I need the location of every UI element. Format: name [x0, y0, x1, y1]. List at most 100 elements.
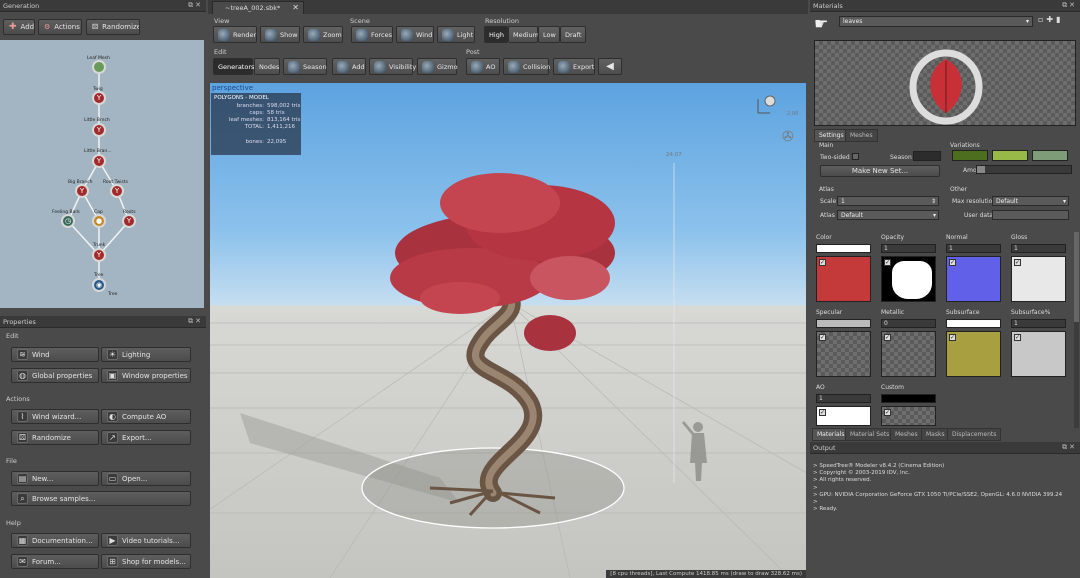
camera-label[interactable]: perspective [210, 83, 255, 93]
wind-button[interactable]: ≋ Wind [11, 347, 99, 362]
subsurface-pct-texture-thumb[interactable]: ✓ [1011, 331, 1066, 377]
node-root-twists[interactable]: Y [110, 184, 124, 198]
ao-enabled-checkbox[interactable]: ✓ [819, 409, 826, 416]
node-cap[interactable]: ● [92, 214, 106, 228]
atlas-dropdown[interactable]: Default ▾ [837, 210, 939, 220]
add-generator-button[interactable]: ✚ Add [3, 19, 35, 35]
zoom-button[interactable]: Zoom [303, 26, 343, 43]
gloss-enabled-checkbox[interactable]: ✓ [1014, 259, 1021, 266]
open-file-button[interactable]: ▭ Open... [101, 471, 191, 486]
delete-material-icon[interactable]: ▮ [1056, 15, 1060, 27]
normal-value[interactable]: 1 [946, 244, 1001, 253]
custom-enabled-checkbox[interactable]: ✓ [884, 409, 891, 416]
rename-icon[interactable]: ▫ [1038, 15, 1043, 27]
render-button[interactable]: Render [213, 26, 257, 43]
season-swatch[interactable] [913, 151, 941, 161]
node-roots[interactable]: Y [122, 214, 136, 228]
resolution-low-button[interactable]: Low [538, 26, 560, 43]
custom-swatch[interactable] [881, 394, 936, 403]
subsurface-swatch[interactable] [946, 319, 1001, 328]
material-preview[interactable] [814, 40, 1076, 126]
new-file-button[interactable]: ▤ New... [11, 471, 99, 486]
actions-button[interactable]: ⚙ Actions [38, 19, 82, 35]
metallic-enabled-checkbox[interactable]: ✓ [884, 334, 891, 341]
forces-button[interactable]: Forces [351, 26, 393, 43]
slider-handle[interactable] [977, 166, 985, 173]
variation-swatch-1[interactable] [952, 150, 988, 161]
normal-enabled-checkbox[interactable]: ✓ [949, 259, 956, 266]
randomize-action-button[interactable]: ⚄ Randomize [11, 430, 99, 445]
materials-scrollbar[interactable] [1074, 232, 1079, 428]
material-name-dropdown[interactable]: leaves ▾ [839, 16, 1033, 27]
gloss-texture-thumb[interactable]: ✓ [1011, 256, 1066, 302]
ao-value[interactable]: 1 [816, 394, 871, 403]
subsurface-pct-enabled-checkbox[interactable]: ✓ [1014, 334, 1021, 341]
panel-controls[interactable]: ⧉✕ [188, 1, 203, 10]
subsurface-texture-thumb[interactable]: ✓ [946, 331, 1001, 377]
global-properties-button[interactable]: ◍ Global properties [11, 368, 99, 383]
export-button[interactable]: Export [553, 58, 595, 75]
node-little-branch[interactable]: Y [92, 123, 106, 137]
documentation-button[interactable]: ▦ Documentation... [11, 533, 99, 548]
compute-ao-button[interactable]: ◐ Compute AO [101, 409, 191, 424]
collision-button[interactable]: Collision [503, 58, 550, 75]
resolution-draft-button[interactable]: Draft [560, 26, 586, 43]
subsurface-pct-value[interactable]: 1 [1011, 319, 1066, 328]
show-button[interactable]: Show [260, 26, 300, 43]
ao-texture-thumb[interactable]: ✓ [816, 406, 871, 426]
subsurface-enabled-checkbox[interactable]: ✓ [949, 334, 956, 341]
light-direction-icon[interactable] [756, 93, 778, 115]
max-resolution-dropdown[interactable]: Default ▾ [992, 196, 1069, 206]
wind-wizard-button[interactable]: ⌇ Wind wizard... [11, 409, 99, 424]
add-button[interactable]: Add [332, 58, 366, 75]
hand-pick-icon[interactable]: ☛ [814, 14, 834, 36]
gloss-value[interactable]: 1 [1011, 244, 1066, 253]
specular-swatch[interactable] [816, 319, 871, 328]
back-arrow-button[interactable]: ◀ [598, 58, 622, 75]
variation-swatch-2[interactable] [992, 150, 1028, 161]
color-swatch[interactable] [816, 244, 871, 253]
forum-button[interactable]: ✉ Forum... [11, 554, 99, 569]
wind-fan-icon[interactable]: ✇ [782, 129, 794, 145]
make-new-set-button[interactable]: Make New Set... [820, 165, 940, 177]
metallic-value[interactable]: 0 [881, 319, 936, 328]
normal-texture-thumb[interactable]: ✓ [946, 256, 1001, 302]
lighting-button[interactable]: ☀ Lighting [101, 347, 191, 362]
user-data-field[interactable] [992, 210, 1069, 220]
generators-button[interactable]: Generators [213, 58, 254, 75]
tab-settings[interactable]: Settings [814, 129, 849, 142]
resolution-medium-button[interactable]: Medium [508, 26, 539, 43]
node-twig[interactable]: Y [92, 91, 106, 105]
metallic-texture-thumb[interactable]: ✓ [881, 331, 936, 377]
export-action-button[interactable]: ↗ Export... [101, 430, 191, 445]
tab-materials[interactable]: Materials [812, 428, 850, 441]
node-big-branch[interactable]: Y [75, 184, 89, 198]
opacity-value[interactable]: 1 [881, 244, 936, 253]
close-tab-icon[interactable]: ✕ [292, 3, 299, 12]
panel-controls[interactable]: ⧉✕ [1062, 1, 1077, 10]
ao-button[interactable]: AO [466, 58, 500, 75]
output-log[interactable]: > SpeedTree® Modeler v8.4.2 (Cinema Edit… [813, 463, 1078, 513]
panel-controls[interactable]: ⧉✕ [188, 317, 203, 326]
node-little-branch-2[interactable]: Y [92, 154, 106, 168]
color-enabled-checkbox[interactable]: ✓ [819, 259, 826, 266]
document-tab[interactable]: ~treeA_002.sbk* ✕ [212, 1, 304, 14]
browse-samples-button[interactable]: ⌕ Browse samples... [11, 491, 191, 506]
season-button[interactable]: Season [283, 58, 327, 75]
scale-field[interactable]: 1 ⇕ [837, 196, 939, 206]
tab-material-sets[interactable]: Material Sets [845, 428, 895, 441]
tab-displacements[interactable]: Displacements [947, 428, 1002, 441]
shop-models-button[interactable]: ⊞ Shop for models... [101, 554, 191, 569]
nodes-button[interactable]: Nodes [254, 58, 280, 75]
randomize-button[interactable]: ⚄ Randomize [86, 19, 140, 35]
specular-texture-thumb[interactable]: ✓ [816, 331, 871, 377]
gizmo-button[interactable]: Gizmo [417, 58, 458, 75]
node-tree[interactable]: ◉ [92, 278, 106, 292]
add-material-icon[interactable]: ✚ [1046, 15, 1053, 27]
tab-meshes-bottom[interactable]: Meshes [890, 428, 923, 441]
resolution-high-button[interactable]: High [484, 26, 508, 43]
tab-meshes[interactable]: Meshes [845, 129, 878, 142]
3d-viewport[interactable]: perspective POLYGONS - MODEL branches: 59… [210, 83, 806, 578]
node-graph[interactable]: Leaf Mesh Y Twig Y Little Brnch Y Little… [0, 40, 204, 308]
opacity-texture-thumb[interactable]: ✓ [881, 256, 936, 302]
